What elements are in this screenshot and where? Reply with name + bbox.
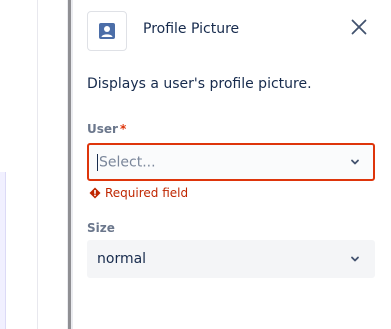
properties-panel: Profile Picture Displays a user's profil… (73, 0, 391, 329)
app-stage: Profile Picture Displays a user's profil… (0, 0, 391, 329)
panel-divider (68, 0, 71, 329)
chevron-down-icon[interactable] (343, 150, 367, 174)
size-field-label: Size (87, 221, 115, 235)
panel-title: Profile Picture (143, 21, 240, 37)
chevron-down-icon[interactable] (343, 247, 367, 271)
error-icon (89, 187, 101, 199)
profile-picture-icon (87, 11, 127, 51)
user-field-label: User * (87, 122, 126, 136)
user-select[interactable]: Select... (87, 143, 375, 181)
user-select-placeholder: Select... (99, 154, 156, 170)
close-button[interactable] (349, 17, 369, 37)
error-text: Required field (105, 186, 189, 200)
user-label-text: User (87, 122, 118, 136)
panel-description: Displays a user's profile picture. (87, 76, 312, 92)
user-error-message: Required field (89, 186, 188, 200)
required-indicator: * (119, 122, 127, 136)
close-icon (351, 19, 367, 35)
size-select-value: normal (97, 251, 147, 267)
text-cursor (97, 153, 98, 171)
canvas-selected-element[interactable] (0, 172, 6, 329)
size-select[interactable]: normal (87, 240, 375, 278)
